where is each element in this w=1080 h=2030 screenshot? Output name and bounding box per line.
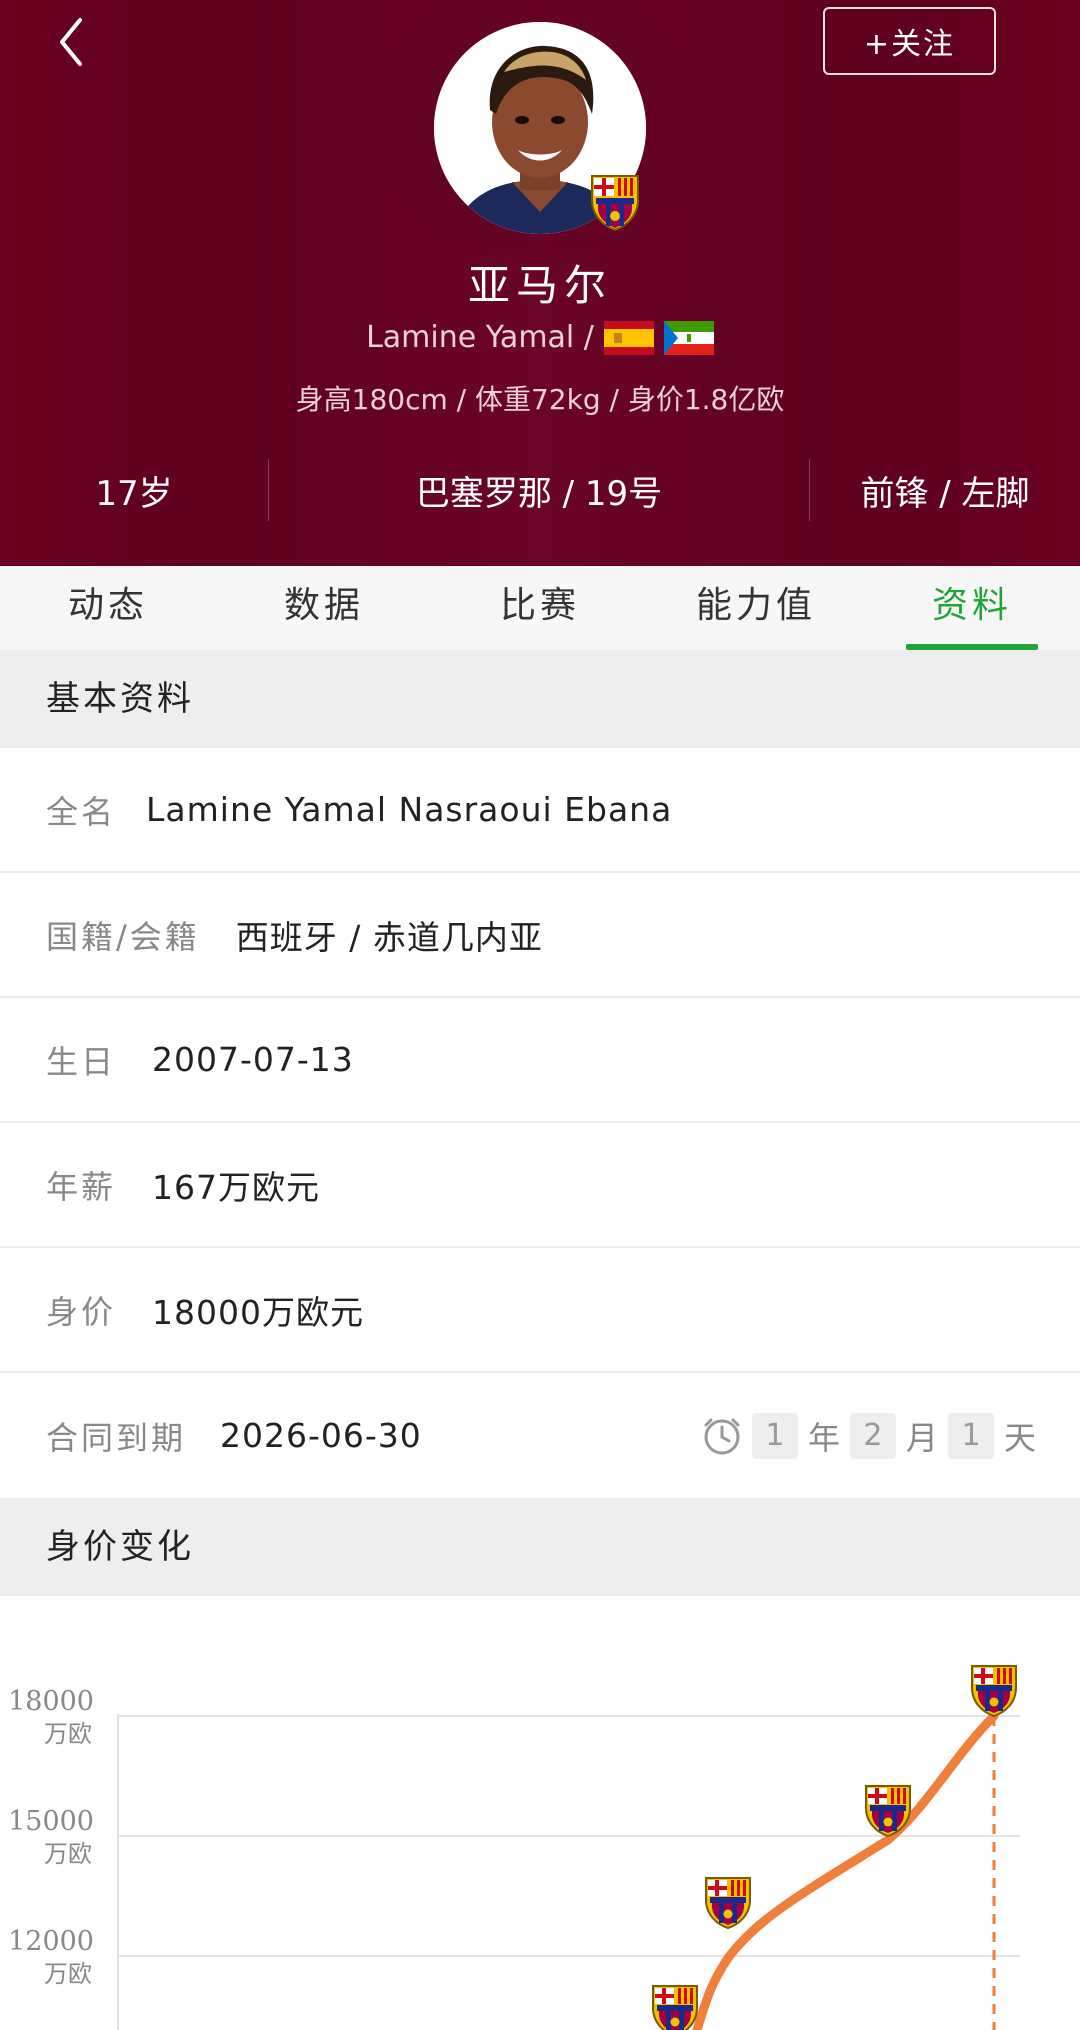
series-line <box>692 1711 999 2030</box>
player-info-row: 17岁 巴塞罗那 / 19号 前锋 / 左脚 <box>0 455 1080 525</box>
equatorial-guinea-flag-icon <box>663 320 714 355</box>
row-label: 生日 <box>46 1042 117 1081</box>
info-row-contract: 合同到期 2026-06-30 1 年 2 月 1 天 <box>0 1373 1080 1498</box>
countdown-day-unit: 天 <box>1003 1418 1036 1457</box>
value-chart: 18000 万欧 15000 万欧 12000 万欧 <box>0 1596 1080 2030</box>
clock-icon <box>704 1418 740 1454</box>
countdown-month-unit: 月 <box>905 1418 938 1457</box>
countdown-years: 1 <box>751 1412 798 1459</box>
basic-info-header: 基本资料 <box>0 650 1080 748</box>
contract-countdown: 1 年 2 月 1 天 <box>702 1412 1036 1459</box>
y-tick-label: 18000 <box>8 1686 94 1717</box>
tab-ability[interactable]: 能力值 <box>648 566 864 650</box>
tab-matches[interactable]: 比赛 <box>432 566 648 650</box>
player-header: +关注 亚马尔 Lamine Yamal / 身高180cm / 体重72kg … <box>0 0 1080 566</box>
value-chart-svg: 18000 万欧 15000 万欧 12000 万欧 <box>8 1665 1020 2030</box>
tab-stats[interactable]: 数据 <box>216 566 432 650</box>
value-change-header: 身价变化 <box>0 1498 1080 1596</box>
countdown-days: 1 <box>947 1412 994 1459</box>
info-row-fullname: 全名 Lamine Yamal Nasraoui Ebana <box>0 748 1080 873</box>
info-row-salary: 年薪 167万欧元 <box>0 1123 1080 1248</box>
row-value: 167万欧元 <box>152 1167 321 1207</box>
player-name-row: Lamine Yamal / <box>0 320 1080 355</box>
info-row-birthday: 生日 2007-07-13 <box>0 998 1080 1123</box>
y-tick-unit: 万欧 <box>44 1720 92 1748</box>
info-row-nationality: 国籍/会籍 西班牙 / 赤道几内亚 <box>0 873 1080 998</box>
row-value: 18000万欧元 <box>152 1292 364 1332</box>
row-value: 西班牙 / 赤道几内亚 <box>235 917 543 957</box>
row-label: 身价 <box>46 1292 117 1331</box>
row-value: 2026-06-30 <box>220 1416 422 1455</box>
y-tick-label: 15000 <box>8 1806 94 1837</box>
player-name-en: Lamine Yamal / <box>366 320 594 355</box>
player-position: 前锋 / 左脚 <box>860 473 1030 514</box>
row-label: 国籍/会籍 <box>46 917 200 956</box>
fcb-badge-icon <box>705 1877 751 1930</box>
row-label: 合同到期 <box>46 1418 187 1457</box>
fcb-badge-icon <box>652 1985 698 2030</box>
club-badge-icon <box>588 170 642 232</box>
row-value: 2007-07-13 <box>152 1040 354 1079</box>
spain-flag-icon <box>603 320 654 355</box>
back-button[interactable] <box>48 14 108 74</box>
body-stats: 身高180cm / 体重72kg / 身价1.8亿欧 <box>295 383 785 416</box>
row-label: 全名 <box>46 792 117 831</box>
row-label: 年薪 <box>46 1167 117 1206</box>
countdown-months: 2 <box>849 1412 896 1459</box>
player-club-number: 巴塞罗那 / 19号 <box>415 473 663 514</box>
row-value: Lamine Yamal Nasraoui Ebana <box>146 790 673 829</box>
y-tick-unit: 万欧 <box>44 1840 92 1868</box>
follow-button[interactable]: +关注 <box>823 7 996 75</box>
info-row-market-value: 身价 18000万欧元 <box>0 1248 1080 1373</box>
tab-profile[interactable]: 资料 <box>864 566 1080 650</box>
player-age: 17岁 <box>95 473 173 514</box>
fcb-badge-icon <box>971 1665 1017 1718</box>
player-name-cn: 亚马尔 <box>467 261 612 310</box>
tab-bar: 动态 数据 比赛 能力值 资料 <box>0 566 1080 650</box>
tab-news[interactable]: 动态 <box>0 566 216 650</box>
chevron-left-icon <box>60 18 82 66</box>
y-tick-unit: 万欧 <box>44 1960 92 1988</box>
y-tick-label: 12000 <box>8 1926 94 1957</box>
countdown-year-unit: 年 <box>807 1418 840 1457</box>
